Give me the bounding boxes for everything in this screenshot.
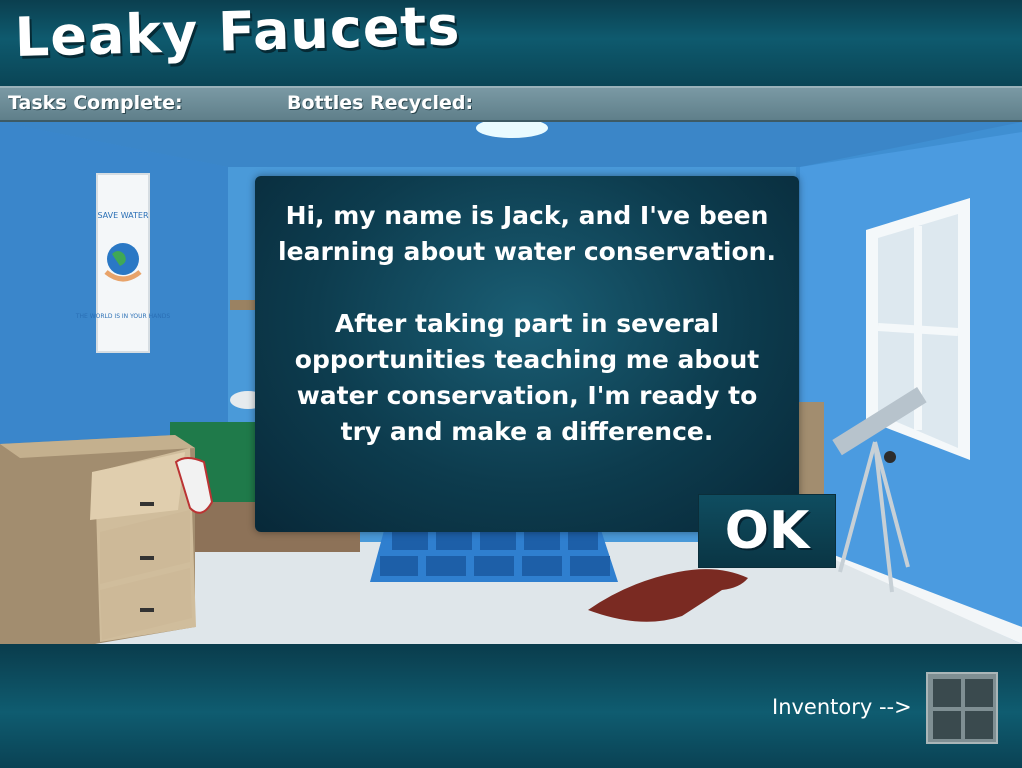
dialog-paragraph-1: Hi, my name is Jack, and I've been learn…: [278, 201, 776, 266]
poster-top-text: SAVE WATER: [97, 211, 149, 220]
inventory-grid-icon: [965, 679, 993, 707]
inventory-button[interactable]: [926, 672, 998, 744]
poster-bottom-text: THE WORLD IS IN YOUR HANDS: [75, 313, 170, 320]
status-bar: Tasks Complete: Bottles Recycled:: [0, 86, 1022, 122]
dialog-box: Hi, my name is Jack, and I've been learn…: [255, 176, 799, 532]
inventory-grid-icon: [933, 711, 961, 739]
dresser: [0, 435, 214, 644]
title-bar: Leaky Faucets: [0, 0, 1022, 86]
inventory-grid-icon: [965, 711, 993, 739]
inventory-label: Inventory -->: [772, 695, 912, 719]
dialog-text: Hi, my name is Jack, and I've been learn…: [275, 198, 779, 450]
inventory-grid-icon: [933, 679, 961, 707]
floor-rug: [370, 527, 618, 582]
bottles-recycled-label: Bottles Recycled:: [287, 92, 474, 114]
ok-button[interactable]: OK: [698, 494, 836, 568]
game-title: Leaky Faucets: [14, 0, 462, 69]
dialog-paragraph-2: After taking part in several opportuniti…: [294, 309, 760, 446]
tasks-complete-label: Tasks Complete:: [8, 92, 183, 114]
